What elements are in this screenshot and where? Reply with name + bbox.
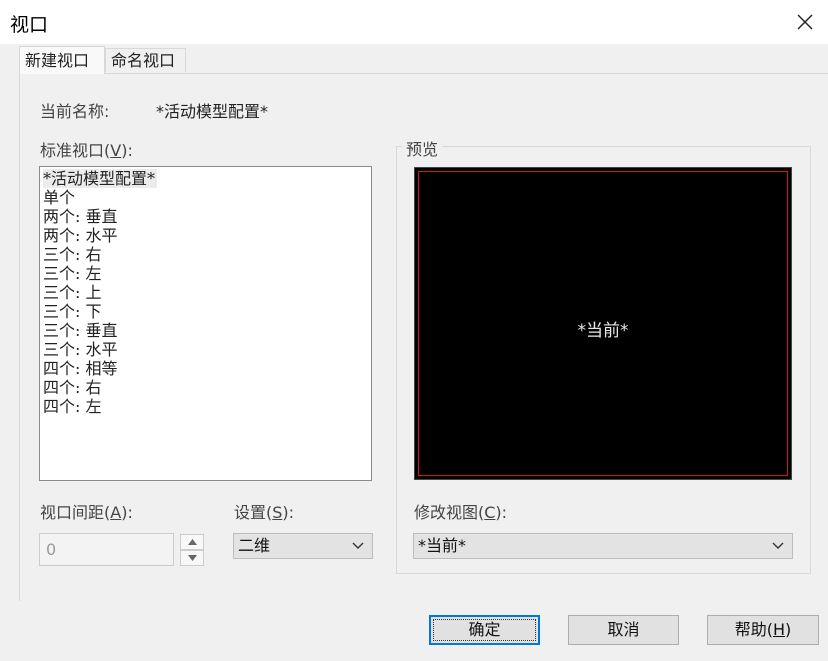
list-item[interactable]: 两个: 垂直: [43, 207, 368, 226]
help-button[interactable]: 帮助(H): [707, 615, 819, 645]
preview-canvas: *当前*: [414, 167, 792, 480]
list-item[interactable]: 四个: 右: [43, 378, 368, 397]
list-item[interactable]: 三个: 水平: [43, 340, 368, 359]
viewport-spacing-input[interactable]: 0: [39, 533, 174, 566]
setup-select[interactable]: 二维: [233, 533, 373, 559]
help-button-label: 帮助(H): [734, 620, 792, 639]
chevron-down-icon: [352, 542, 364, 549]
close-button[interactable]: [786, 4, 824, 40]
standard-viewports-list[interactable]: *活动模型配置* 单个 两个: 垂直 两个: 水平 三个: 右 三个: 左 三个…: [39, 166, 372, 481]
setup-label: 设置(S):: [234, 503, 295, 522]
list-item[interactable]: 三个: 右: [43, 245, 368, 264]
list-item[interactable]: 三个: 下: [43, 302, 368, 321]
tab-new-viewports[interactable]: 新建视口: [19, 46, 105, 74]
spin-down-button[interactable]: [180, 550, 204, 566]
change-view-select-value: *当前*: [418, 536, 467, 555]
ok-button[interactable]: 确定: [429, 615, 540, 645]
window-title: 视口: [10, 14, 49, 36]
list-item[interactable]: 两个: 水平: [43, 226, 368, 245]
list-item[interactable]: 三个: 上: [43, 283, 368, 302]
tab-named-viewports[interactable]: 命名视口: [105, 48, 186, 72]
spin-up-button[interactable]: [180, 534, 204, 550]
list-item[interactable]: 三个: 左: [43, 264, 368, 283]
focus-ring: [433, 619, 536, 641]
list-item[interactable]: *活动模型配置*: [43, 169, 158, 188]
close-icon: [797, 14, 813, 30]
list-item[interactable]: 三个: 垂直: [43, 321, 368, 340]
list-item[interactable]: 四个: 左: [43, 397, 368, 416]
list-item[interactable]: 单个: [43, 188, 368, 207]
change-view-label: 修改视图(C):: [414, 503, 508, 522]
viewport-spacing-label: 视口间距(A):: [40, 503, 133, 522]
cancel-button[interactable]: 取消: [568, 615, 679, 645]
standard-viewports-label: 标准视口(V):: [40, 141, 133, 160]
change-view-select[interactable]: *当前*: [413, 533, 793, 559]
chevron-down-icon: [772, 542, 784, 549]
list-item[interactable]: 四个: 相等: [43, 359, 368, 378]
cancel-button-label: 取消: [607, 620, 640, 639]
setup-select-value: 二维: [238, 536, 271, 555]
arrow-down-icon: [188, 555, 197, 561]
preview-label: 预览: [402, 136, 443, 160]
preview-viewport-name: *当前*: [577, 321, 629, 341]
current-name-value: *活动模型配置*: [156, 102, 269, 121]
arrow-up-icon: [188, 539, 197, 545]
title-bar: [0, 0, 828, 44]
current-name-label: 当前名称:: [40, 102, 110, 121]
